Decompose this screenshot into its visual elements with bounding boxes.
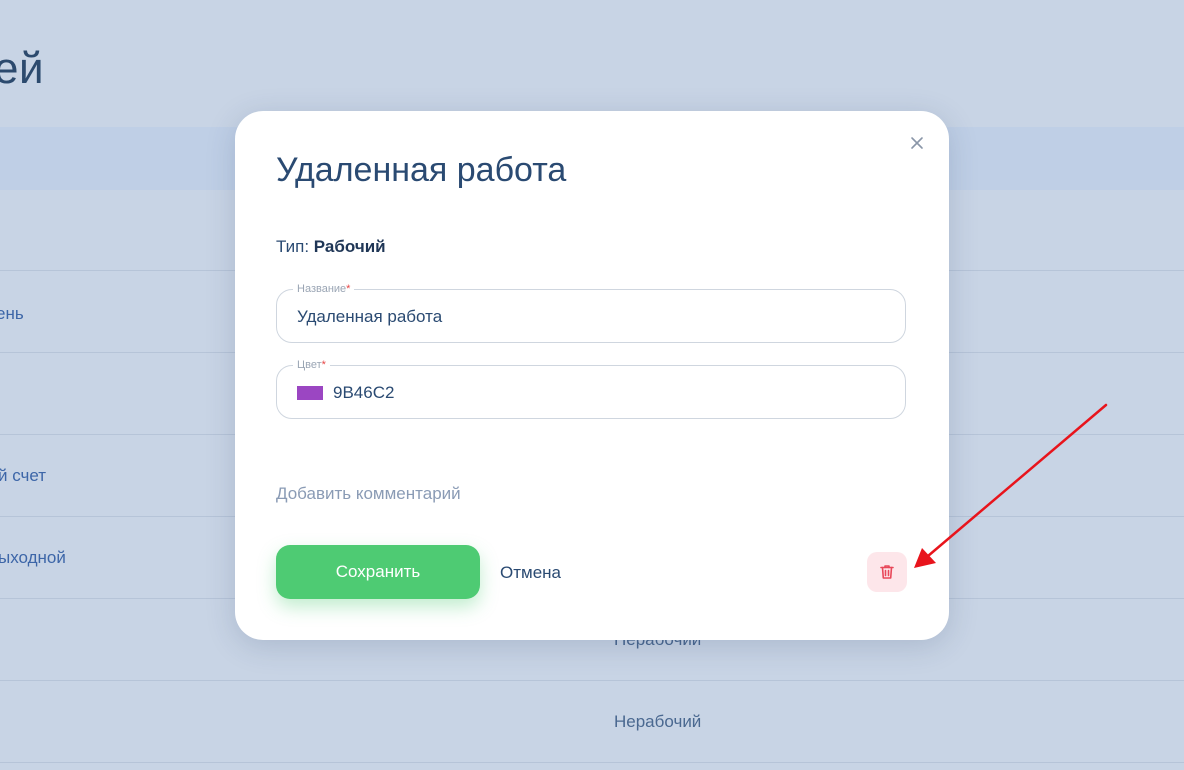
- close-icon[interactable]: [910, 136, 924, 150]
- cancel-button[interactable]: Отмена: [500, 563, 561, 583]
- table-row-name[interactable]: ень: [0, 304, 24, 324]
- name-field-value[interactable]: Удаленная работа: [297, 307, 442, 327]
- delete-button[interactable]: [867, 552, 907, 592]
- table-row-name[interactable]: ыходной: [0, 548, 66, 568]
- save-button[interactable]: Сохранить: [276, 545, 480, 599]
- color-field[interactable]: Цвет* 9B46C2: [276, 358, 906, 419]
- type-value: Рабочий: [313, 237, 386, 256]
- color-field-label: Цвет*: [293, 358, 330, 372]
- table-row-name[interactable]: й счет: [0, 466, 46, 486]
- add-comment-link[interactable]: Добавить комментарий: [276, 484, 461, 504]
- color-swatch[interactable]: [297, 386, 323, 400]
- type-label: Тип:: [276, 237, 310, 256]
- row-divider: [0, 680, 1184, 681]
- edit-day-type-modal: Удаленная работа Тип: Рабочий Название* …: [235, 111, 949, 640]
- modal-title: Удаленная работа: [276, 151, 567, 189]
- color-field-value[interactable]: 9B46C2: [333, 383, 394, 403]
- close-button[interactable]: [903, 129, 931, 157]
- row-divider: [0, 762, 1184, 763]
- trash-icon[interactable]: [878, 563, 896, 581]
- table-row-type: Нерабочий: [614, 712, 702, 731]
- page-title: ей: [0, 44, 45, 93]
- type-row: Тип: Рабочий: [276, 237, 386, 257]
- name-field-label: Название*: [293, 282, 355, 296]
- name-field[interactable]: Название* Удаленная работа: [276, 282, 906, 343]
